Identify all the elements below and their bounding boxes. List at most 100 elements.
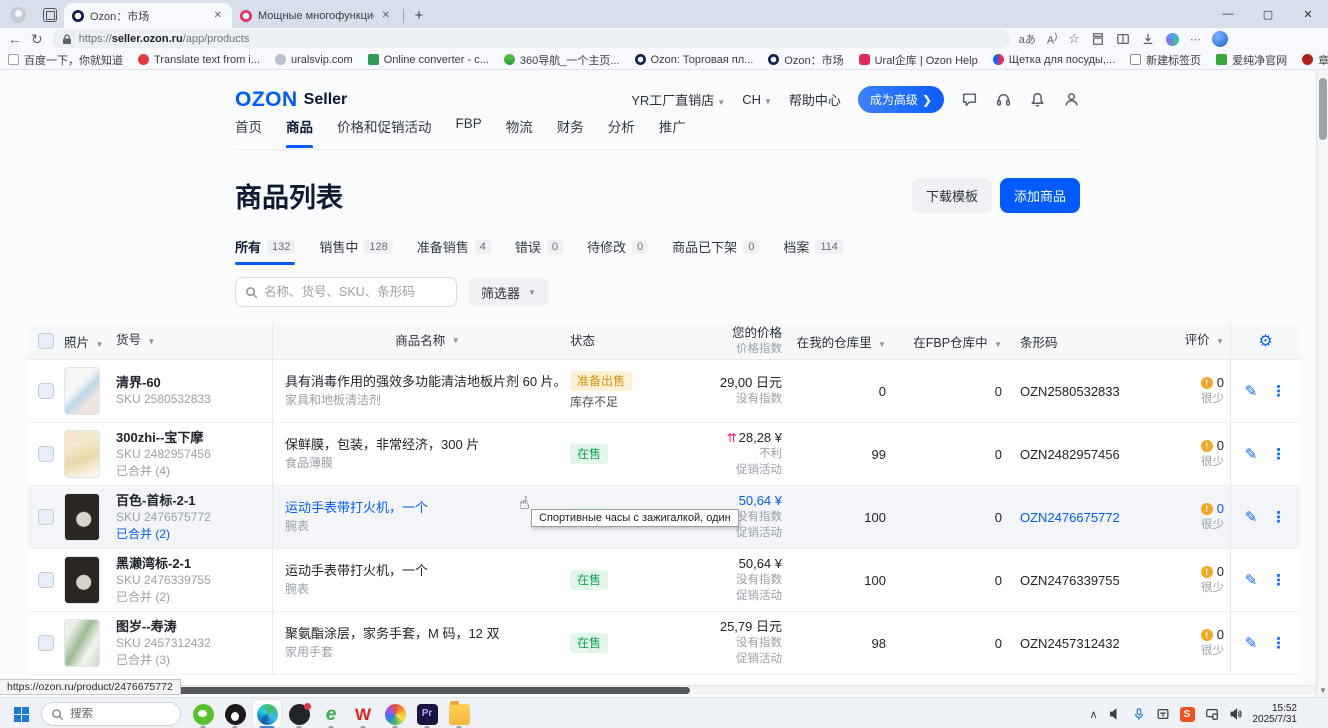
horizontal-scrollbar[interactable] [0, 685, 1316, 694]
maximize-button[interactable]: ▢ [1248, 0, 1288, 28]
collections-icon[interactable] [1091, 32, 1105, 46]
header-article[interactable]: 货号 ▼ [116, 332, 272, 350]
nav-item[interactable]: 首页 [235, 116, 262, 148]
download-icon[interactable] [1141, 32, 1155, 46]
filters-button[interactable]: 筛选器▼ [469, 277, 548, 307]
more-menu-icon[interactable]: ⋯ [1190, 33, 1201, 46]
bookmark-item[interactable]: 百度一下，你就知道 [8, 52, 123, 68]
account-icon[interactable] [1063, 91, 1080, 108]
article-code[interactable]: 图岁--寿涛 [116, 618, 272, 635]
row-menu-dots-icon[interactable]: ⋮ [1271, 571, 1286, 589]
product-photo[interactable] [64, 367, 100, 415]
promo-note[interactable]: 促销活动 [688, 525, 782, 541]
table-row[interactable]: 300zhi--宝下摩 SKU 2482957456 已合并 (4) 保鲜膜，包… [28, 423, 1300, 486]
bookmark-item[interactable]: Online converter - c... [368, 54, 489, 66]
edit-pencil-icon[interactable]: ✎ [1245, 445, 1258, 463]
cast-devices-icon[interactable] [1205, 707, 1219, 721]
nav-item[interactable]: 分析 [608, 116, 635, 148]
header-stock[interactable]: 在我的仓库里 ▼ [782, 332, 890, 351]
article-code[interactable]: 300zhi--宝下摩 [116, 429, 272, 446]
product-photo[interactable] [64, 493, 100, 541]
row-menu-dots-icon[interactable]: ⋮ [1271, 634, 1286, 652]
sogou-input-icon[interactable]: S [1180, 707, 1195, 722]
taskbar-app[interactable] [444, 699, 474, 728]
filter-tab[interactable]: 错误 0 [515, 237, 563, 265]
vertical-scrollbar-thumb[interactable] [1319, 78, 1327, 140]
scroll-down-arrow-icon[interactable]: ▼ [1319, 686, 1327, 695]
table-settings-gear-icon[interactable]: ⚙ [1258, 331, 1272, 351]
merged-label[interactable]: 已合并 (2) [116, 526, 272, 543]
filter-tab[interactable]: 准备销售 4 [417, 237, 491, 265]
close-tab-icon[interactable]: ✕ [212, 10, 224, 21]
header-rating[interactable]: 评价 ▼ [1152, 332, 1230, 350]
new-tab-button[interactable]: + [407, 3, 431, 27]
taskbar-app[interactable] [252, 699, 282, 728]
browser-avatar[interactable] [1212, 31, 1228, 47]
refresh-button[interactable]: ↻ [31, 32, 43, 46]
row-checkbox[interactable] [38, 509, 54, 525]
rating-value[interactable]: 0 [1217, 438, 1224, 453]
rating-value[interactable]: 0 [1217, 627, 1224, 642]
support-headset-icon[interactable] [995, 91, 1012, 108]
product-photo[interactable] [64, 556, 100, 604]
speaker-icon[interactable] [1108, 707, 1122, 721]
product-photo[interactable] [64, 619, 100, 667]
notifications-bell-icon[interactable] [1029, 91, 1046, 108]
add-product-button[interactable]: 添加商品 [1000, 178, 1080, 213]
edit-pencil-icon[interactable]: ✎ [1245, 634, 1258, 652]
microphone-icon[interactable] [1132, 707, 1146, 721]
taskbar-clock[interactable]: 15:52 2025/7/31 [1253, 703, 1298, 726]
profile-icon[interactable] [6, 4, 30, 26]
bookmark-item[interactable]: Щетка для посуды,... [993, 54, 1115, 66]
download-template-button[interactable]: 下载模板 [912, 178, 992, 213]
product-search[interactable] [235, 277, 457, 307]
bookmark-item[interactable]: Ozon：市场 [768, 52, 843, 68]
table-row[interactable]: 黑濑湾标-2-1 SKU 2476339755 已合并 (2) 运动手表带打火机… [28, 549, 1300, 612]
nav-item[interactable]: 价格和促销活动 [337, 116, 432, 148]
start-button[interactable] [8, 701, 34, 727]
product-name[interactable]: 运动手表带打火机，一个 [285, 562, 570, 580]
table-row[interactable]: 清界-60 SKU 2580532833 具有消毒作用的强效多功能清洁地板片剂 … [28, 360, 1300, 423]
article-code[interactable]: 清界-60 [116, 374, 272, 391]
taskbar-app[interactable]: Pr [412, 699, 442, 728]
filter-tab[interactable]: 档案 114 [783, 237, 843, 265]
bookmark-item[interactable]: 360导航_一个主页... [504, 52, 620, 68]
bookmark-item[interactable]: 爱纯净官网 [1216, 52, 1287, 68]
promo-note[interactable]: 促销活动 [688, 462, 782, 478]
bookmark-item[interactable]: 章鱼AI [1302, 52, 1328, 68]
read-aloud-icon[interactable]: A) [1047, 31, 1057, 47]
promo-note[interactable]: 促销活动 [688, 588, 782, 604]
volume-icon[interactable] [1229, 707, 1243, 721]
edit-pencil-icon[interactable]: ✎ [1245, 508, 1258, 526]
store-selector[interactable]: YR工厂直销店▼ [631, 90, 725, 109]
filter-tab[interactable]: 待修改 0 [587, 237, 648, 265]
taskbar-app[interactable]: W [348, 699, 378, 728]
lock-icon[interactable] [62, 34, 72, 45]
bookmark-item[interactable]: uralsvip.com [275, 54, 353, 66]
taskbar-app[interactable]: e [316, 699, 346, 728]
filter-tab[interactable]: 所有 132 [235, 237, 295, 265]
row-checkbox[interactable] [38, 446, 54, 462]
language-selector[interactable]: CH▼ [742, 92, 772, 107]
nav-item[interactable]: 商品 [286, 116, 313, 148]
edit-pencil-icon[interactable]: ✎ [1245, 571, 1258, 589]
taskbar-app[interactable] [188, 699, 218, 728]
row-checkbox[interactable] [38, 572, 54, 588]
filter-tab[interactable]: 商品已下架 0 [672, 237, 759, 265]
product-photo[interactable] [64, 430, 100, 478]
product-name[interactable]: 聚氨酯涂层，家务手套，M 码，12 双 [285, 625, 570, 643]
select-all-checkbox[interactable] [38, 333, 54, 349]
taskbar-app[interactable] [380, 699, 410, 728]
product-name[interactable]: 保鲜膜，包装，非常经济，300 片 [285, 436, 570, 454]
close-window-button[interactable]: ✕ [1288, 0, 1328, 28]
premium-button[interactable]: 成为高级❯ [858, 86, 944, 113]
nav-item[interactable]: 财务 [557, 116, 584, 148]
favorite-star-icon[interactable]: ☆ [1068, 31, 1080, 47]
row-checkbox[interactable] [38, 635, 54, 651]
help-center-link[interactable]: 帮助中心 [789, 90, 841, 109]
filter-tab[interactable]: 销售中 128 [319, 237, 392, 265]
barcode-value[interactable]: OZN2580532833 [1020, 384, 1120, 399]
barcode-value[interactable]: OZN2476339755 [1020, 573, 1120, 588]
minimize-button[interactable]: — [1208, 0, 1248, 28]
rating-value[interactable]: 0 [1217, 375, 1224, 390]
